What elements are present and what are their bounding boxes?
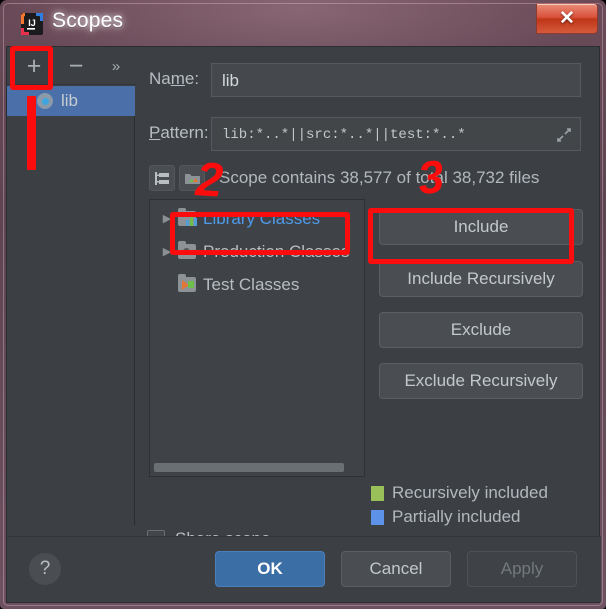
tree-horizontal-scrollbar[interactable] (154, 463, 344, 472)
flatten-packages-icon[interactable] (149, 165, 175, 191)
tree-row-test-classes[interactable]: Test Classes (150, 268, 364, 301)
scopes-window: IJ Scopes ✕ + − » lib Name: lib Pattern:… (0, 0, 606, 609)
legend-partially-included: Partially included (371, 507, 521, 527)
include-button[interactable]: Include (379, 209, 583, 245)
help-button[interactable]: ? (29, 553, 61, 585)
name-field-row: Name: lib (135, 63, 599, 97)
production-classes-icon (178, 241, 196, 259)
close-icon: ✕ (559, 8, 575, 29)
tree-row-label: Test Classes (203, 274, 300, 294)
pattern-input-value: lib:*..*||src:*..*||test:*..* (222, 127, 466, 143)
scope-editor-panel: Name: lib Pattern: lib:*..*||src:*..*||t… (135, 47, 599, 527)
exclude-recursively-button[interactable]: Exclude Recursively (379, 363, 583, 399)
tree-row-production-classes[interactable]: ▶ Production Classes (150, 235, 364, 268)
exclude-button[interactable]: Exclude (379, 312, 583, 348)
scopes-dialog: + − » lib Name: lib Pattern: lib:*..*||s… (6, 46, 601, 603)
scope-circle-icon (37, 93, 53, 109)
scope-tree[interactable]: ▶ Library Classes ▶ Production Classes T… (149, 199, 365, 477)
intellij-idea-icon: IJ (20, 12, 44, 36)
scope-contains-row: Scope contains 38,577 of total 38,732 fi… (149, 163, 589, 193)
title-bar: IJ Scopes ✕ (0, 0, 606, 48)
tree-row-library-classes[interactable]: ▶ Library Classes (150, 202, 364, 235)
pattern-label: Pattern: (149, 123, 209, 142)
remove-scope-button[interactable]: − (59, 52, 93, 80)
tree-row-label: Production Classes (203, 241, 350, 261)
legend-swatch-green (371, 485, 384, 501)
chevron-right-icon[interactable]: ▶ (156, 245, 178, 258)
window-title: Scopes (52, 9, 124, 32)
name-input[interactable]: lib (211, 63, 581, 97)
include-recursively-button[interactable]: Include Recursively (379, 261, 583, 297)
ok-button[interactable]: OK (215, 551, 325, 587)
legend-swatch-blue (371, 509, 384, 525)
legend-recursively-included: Recursively included (371, 483, 548, 503)
tree-row-label: Library Classes (203, 208, 321, 228)
add-scope-button[interactable]: + (17, 52, 51, 80)
close-button[interactable]: ✕ (536, 3, 598, 34)
chevron-right-icon[interactable]: ▶ (156, 212, 178, 225)
name-input-value: lib (222, 71, 240, 90)
more-options-button[interactable]: » (103, 52, 129, 80)
compact-folders-icon[interactable] (179, 165, 205, 191)
name-label: Name: (149, 69, 200, 88)
pattern-input[interactable]: lib:*..*||src:*..*||test:*..* (211, 117, 581, 151)
scope-list-toolbar: + − » (7, 47, 135, 85)
scope-list-panel: + − » lib (7, 47, 135, 525)
cancel-button[interactable]: Cancel (341, 551, 451, 587)
pattern-field-row: Pattern: lib:*..*||src:*..*||test:*..* (135, 117, 599, 151)
svg-text:IJ: IJ (28, 18, 36, 28)
legend-label: Recursively included (392, 483, 548, 502)
scope-list-item-label: lib (61, 91, 79, 110)
expand-diagonal-icon[interactable] (554, 125, 574, 145)
dialog-footer: ? OK Cancel Apply (7, 536, 601, 602)
legend-label: Partially included (392, 507, 521, 526)
library-classes-icon (178, 208, 197, 226)
scope-list-item-lib[interactable]: lib (7, 86, 135, 116)
scope-contains-text: Scope contains 38,577 of total 38,732 fi… (219, 168, 540, 187)
test-classes-icon (178, 274, 196, 292)
apply-button: Apply (467, 551, 577, 587)
